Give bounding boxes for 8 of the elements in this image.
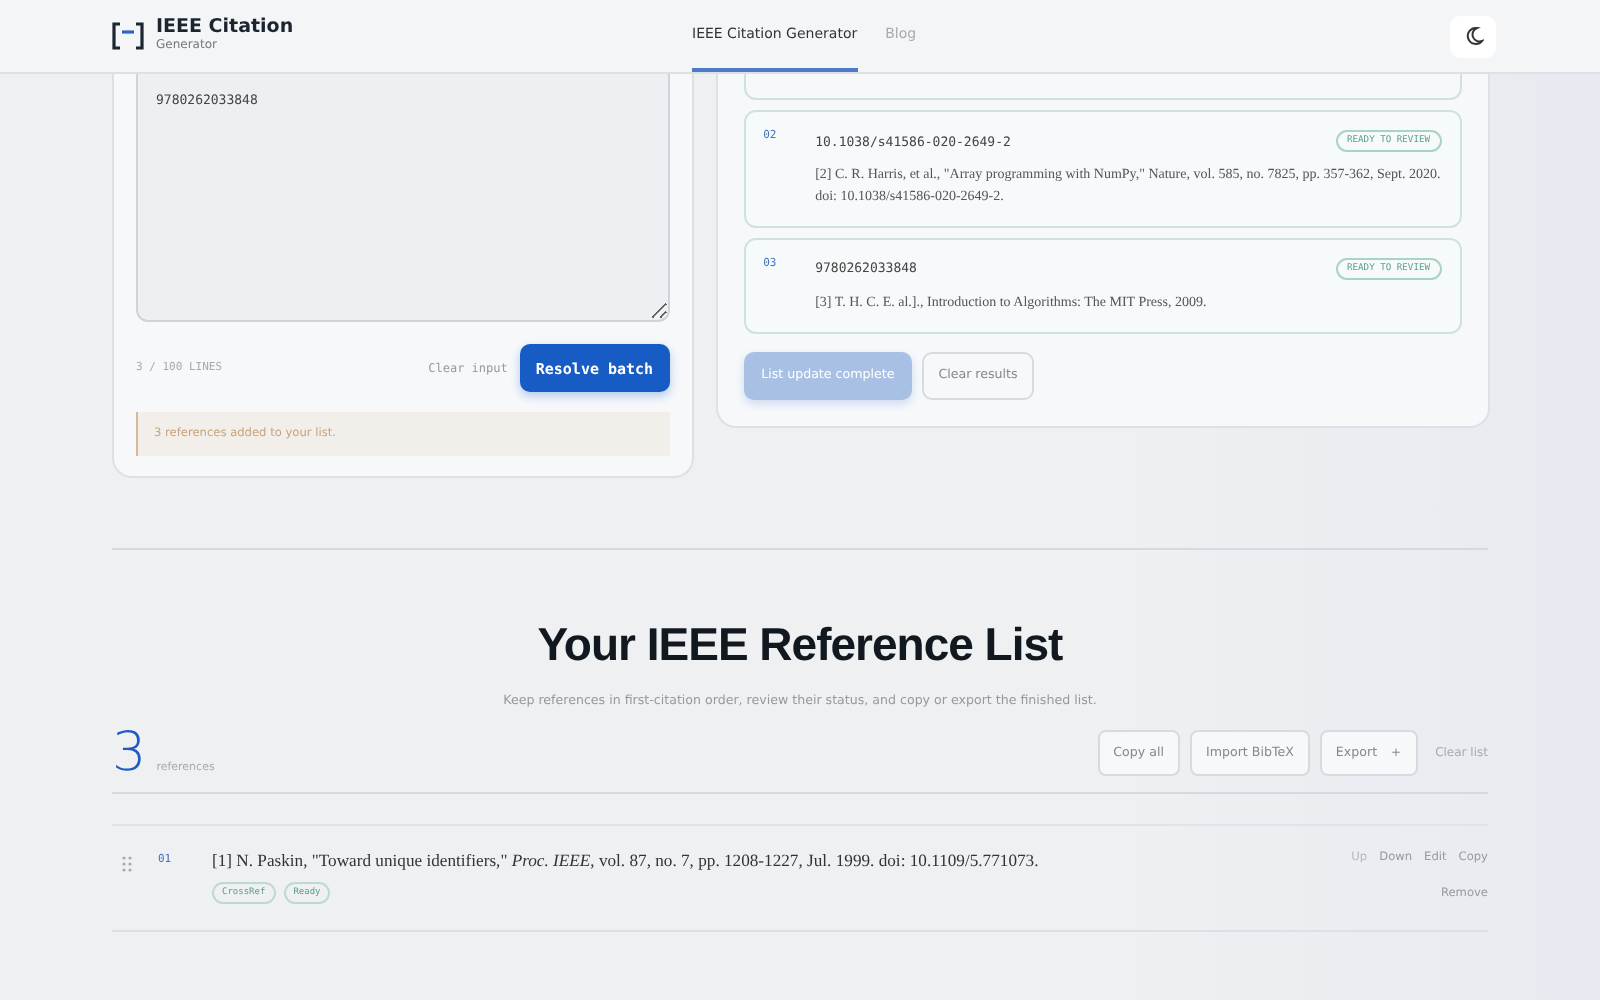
reference-citation: [1] N. Paskin, "Toward unique identifiers," Proc. IEEE, vol. 87, no. 7, pp. 1208-1227, Jul. 1999. doi: 10.1109/5.771073. (212, 852, 1041, 871)
moon-icon (1463, 26, 1483, 46)
logo-title: IEEE Citation (156, 18, 294, 39)
theme-toggle-button[interactable] (1450, 15, 1496, 57)
section-title: Your IEEE Reference List (535, 618, 1065, 672)
drag-handle-icon[interactable] (122, 856, 132, 872)
reference-count: 3 (112, 726, 147, 780)
bracket-logo-icon (112, 22, 144, 50)
